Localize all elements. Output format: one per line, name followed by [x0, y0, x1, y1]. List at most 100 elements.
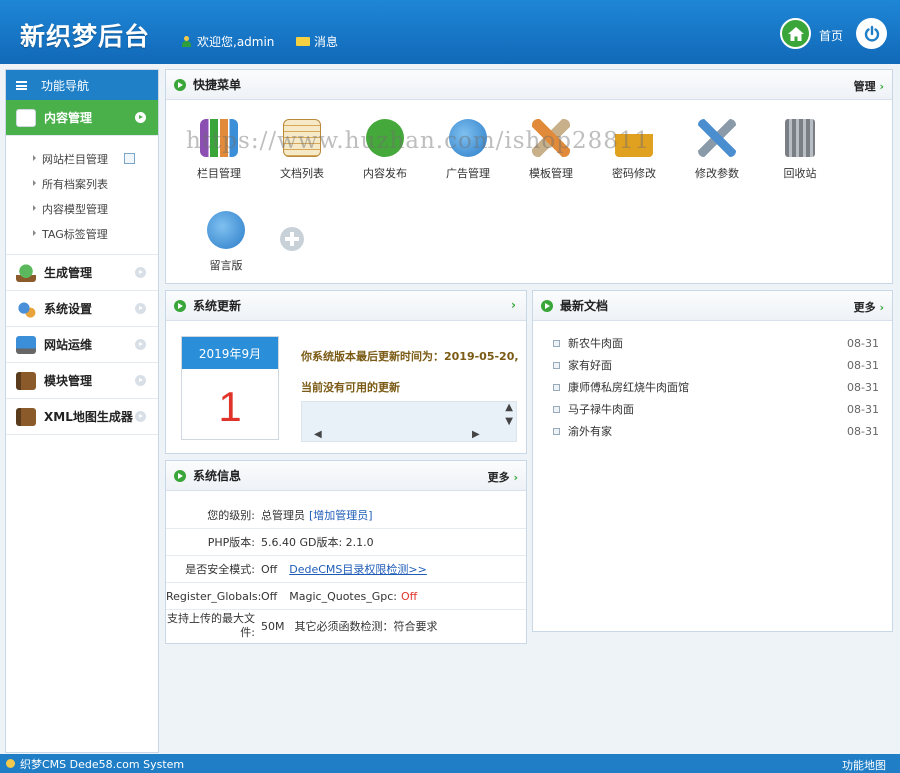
panel-title: 最新文档 — [560, 299, 609, 313]
more-link[interactable]: 更多 — [854, 299, 884, 315]
manage-link[interactable]: 管理 — [854, 78, 884, 94]
sidebar-group-ops[interactable]: 网站运维 — [6, 327, 158, 363]
bullet-icon — [553, 383, 560, 391]
bullet-icon — [553, 339, 560, 347]
add-quick-item-button[interactable] — [280, 227, 304, 251]
chevron-right-icon — [135, 112, 146, 123]
doc-title: 马子禄牛肉面 — [568, 403, 634, 416]
quick-item-params[interactable]: 修改参数 — [682, 119, 752, 181]
book-icon — [16, 371, 36, 390]
quick-item-ads[interactable]: 广告管理 — [433, 119, 503, 181]
list-item[interactable]: 渝外有家 08-31 — [553, 420, 879, 442]
messages-label: 消息 — [314, 35, 339, 49]
list-item[interactable]: 家有好面 08-31 — [553, 354, 879, 376]
add-admin-link[interactable]: [增加管理员] — [309, 507, 373, 523]
info-value: 总管理员 — [261, 509, 305, 522]
chevron-right-icon — [135, 303, 146, 314]
gears-icon — [16, 299, 36, 318]
quick-item-guestbook[interactable]: 留言版 — [191, 211, 261, 273]
subnav-label: TAG标签管理 — [42, 227, 108, 241]
scroll-right-icon[interactable]: ▶ — [472, 429, 480, 440]
info-value: 50M — [261, 619, 285, 633]
quick-item-columns[interactable]: 栏目管理 — [184, 119, 254, 181]
mail-icon — [296, 37, 310, 46]
info-label: 是否安全模式: — [185, 563, 255, 576]
list-item[interactable]: 康师傅私房红烧牛肉面馆 08-31 — [553, 376, 879, 398]
bullet-icon — [553, 427, 560, 435]
list-item[interactable]: 新农牛肉面 08-31 — [553, 332, 879, 354]
subnav-item-models[interactable]: 内容模型管理 — [6, 196, 158, 221]
calendar-month: 2019年9月 — [182, 337, 278, 369]
quick-item-password[interactable]: 密码修改 — [599, 119, 669, 181]
quick-item-doc-list[interactable]: 文档列表 — [267, 119, 337, 181]
sidebar-group-xml-sitemap[interactable]: XML地图生成器 — [6, 399, 158, 435]
info-label: PHP版本: — [207, 536, 255, 549]
scroll-up-icon[interactable]: ▲ — [505, 402, 513, 413]
quick-item-label: 栏目管理 — [197, 167, 241, 180]
sidebar-group-content[interactable]: 内容管理 — [6, 100, 158, 136]
footer-text: 织梦CMS Dede58.com System — [20, 757, 185, 771]
panel-title: 快捷菜单 — [193, 78, 242, 92]
arrow-circle-icon — [174, 78, 186, 91]
sidebar-group-generate[interactable]: 生成管理 — [6, 255, 158, 291]
docs-header: 最新文档 更多 — [533, 291, 892, 321]
info-value: Off — [261, 589, 278, 603]
globe-icon — [207, 211, 245, 249]
chevron-right-icon[interactable]: › — [511, 298, 516, 312]
group-label: XML地图生成器 — [44, 410, 133, 424]
update-log-scrollbox[interactable]: ▲ ▼ ◀ ▶ — [301, 401, 517, 442]
scroll-down-icon[interactable]: ▼ — [505, 416, 513, 427]
info-value: 5.6.40 GD版本: 2.1.0 — [261, 536, 374, 549]
doc-title: 渝外有家 — [568, 425, 612, 438]
calendar-widget: 2019年9月 1 — [181, 336, 279, 440]
scroll-left-icon[interactable]: ◀ — [314, 429, 322, 440]
subnav-item-tags[interactable]: TAG标签管理 — [6, 221, 158, 246]
chevron-right-icon — [135, 339, 146, 350]
lock-icon — [615, 119, 653, 157]
books-icon — [200, 119, 238, 157]
arrow-circle-icon — [541, 299, 553, 312]
sidebar-group-settings[interactable]: 系统设置 — [6, 291, 158, 327]
info-row-safe-mode: 是否安全模式: Off DedeCMS目录权限检测>> — [166, 556, 526, 583]
add-column-icon[interactable] — [124, 153, 135, 164]
pencil-paper-icon — [16, 108, 36, 127]
quick-item-templates[interactable]: 模板管理 — [516, 119, 586, 181]
bullet-icon — [553, 405, 560, 413]
home-label[interactable]: 首页 — [819, 27, 843, 44]
quick-item-publish[interactable]: 内容发布 — [350, 119, 420, 181]
info-value: Off — [261, 562, 278, 576]
bullet-icon — [553, 361, 560, 369]
list-item[interactable]: 马子禄牛肉面 08-31 — [553, 398, 879, 420]
panel-title: 系统更新 — [193, 299, 242, 313]
quick-item-label: 模板管理 — [529, 167, 573, 180]
site-map-link[interactable]: 功能地图 — [842, 757, 886, 773]
subnav-item-columns[interactable]: 网站栏目管理 — [6, 146, 158, 171]
permission-check-link[interactable]: DedeCMS目录权限检测>> — [289, 561, 427, 577]
power-icon — [864, 25, 879, 41]
sidebar-group-modules[interactable]: 模块管理 — [6, 363, 158, 399]
quick-item-recycle[interactable]: 回收站 — [765, 119, 835, 181]
quick-item-label: 回收站 — [783, 167, 817, 180]
home-button[interactable] — [780, 18, 811, 49]
group-label: 系统设置 — [44, 302, 93, 316]
system-update-panel: 系统更新 › 2019年9月 1 你系统版本最后更新时间为：2019-05-20… — [165, 290, 527, 454]
quick-item-label: 留言版 — [209, 259, 243, 272]
sidebar-header: 功能导航 — [6, 70, 158, 100]
logout-button[interactable] — [856, 18, 887, 49]
system-info-panel: 系统信息 更多 您的级别: 总管理员 [增加管理员] PHP版本: 5.6.40… — [165, 460, 527, 644]
subnav-label: 网站栏目管理 — [42, 152, 108, 166]
doc-date: 08-31 — [847, 402, 879, 416]
more-link[interactable]: 更多 — [488, 469, 518, 485]
doc-date: 08-31 — [847, 336, 879, 350]
calendar-day: 1 — [218, 383, 242, 430]
panel-title: 系统信息 — [193, 469, 242, 483]
doc-date: 08-31 — [847, 424, 879, 438]
group-label: 内容管理 — [44, 111, 93, 125]
subnav-item-archives[interactable]: 所有档案列表 — [6, 171, 158, 196]
globe-icon — [449, 119, 487, 157]
info-extra-label: Magic_Quotes_Gpc: — [289, 589, 397, 603]
messages-link[interactable]: 消息 — [296, 33, 338, 50]
notepad-icon — [283, 119, 321, 157]
quick-item-label: 密码修改 — [612, 167, 656, 180]
update-status-text: 当前没有可用的更新 — [301, 381, 400, 394]
